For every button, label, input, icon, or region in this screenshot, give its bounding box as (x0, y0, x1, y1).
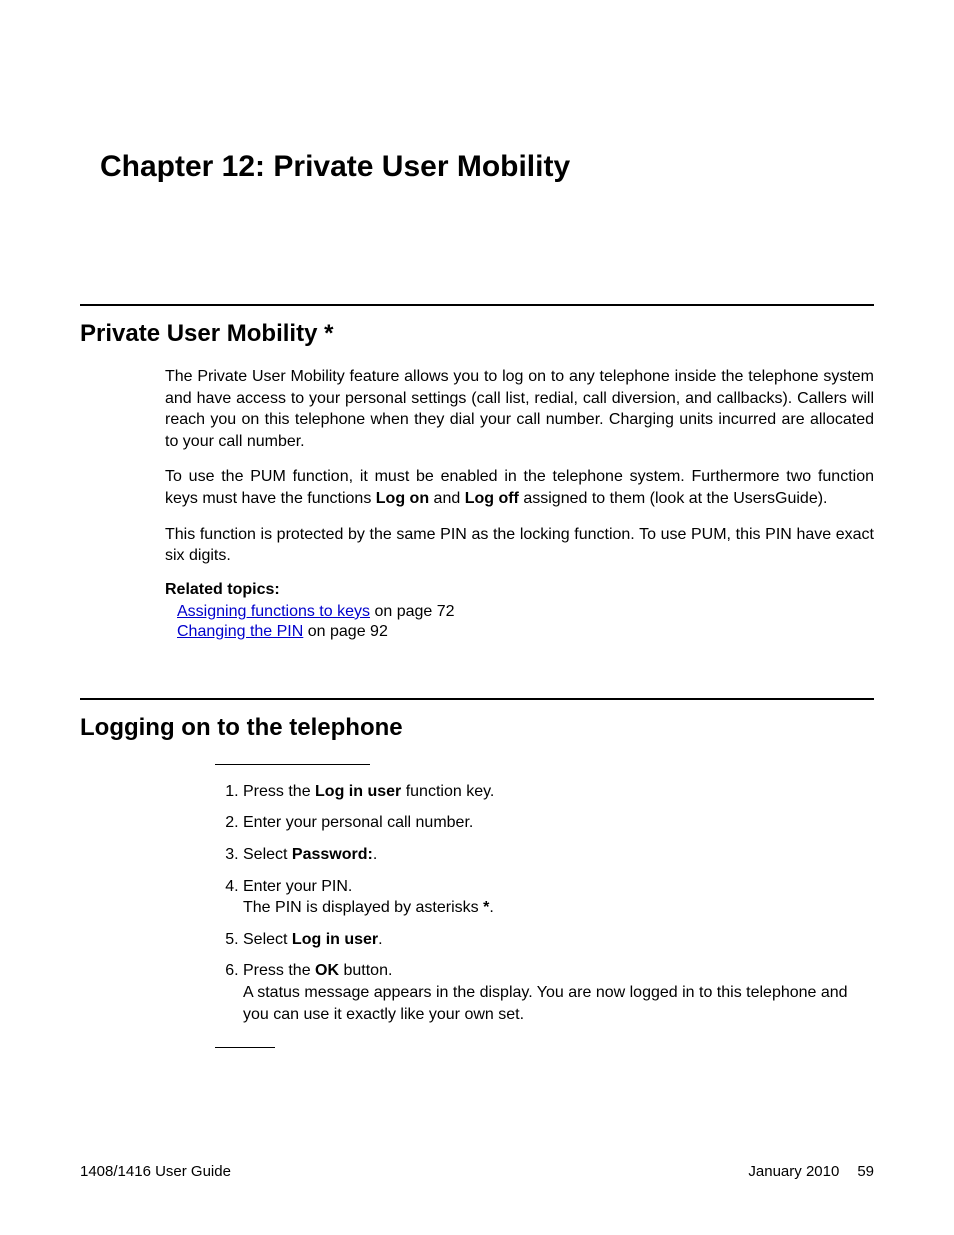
text-fragment: Select (243, 931, 292, 948)
footer-page-number: 59 (857, 1163, 874, 1180)
text-fragment: A status message appears in the display.… (243, 984, 848, 1023)
step-6: Press the OK button. A status message ap… (243, 960, 874, 1025)
text-fragment: on page 72 (370, 603, 455, 620)
para-intro: The Private User Mobility feature allows… (165, 366, 874, 452)
text-fragment: . (378, 931, 382, 948)
section-heading-pum: Private User Mobility * (80, 320, 874, 348)
step-2: Enter your personal call number. (243, 812, 874, 834)
text-fragment: . (489, 899, 493, 916)
procedure-start-rule (215, 764, 370, 765)
page: Chapter 12: Private User Mobility Privat… (0, 0, 954, 1235)
section-rule (80, 304, 874, 306)
text-fragment: . (373, 846, 377, 863)
chapter-title: Chapter 12: Private User Mobility (100, 150, 874, 184)
page-footer: 1408/1416 User Guide January 2010 59 (80, 1163, 874, 1180)
para-enable: To use the PUM function, it must be enab… (165, 466, 874, 509)
bold-log-in-user: Log in user (292, 931, 378, 948)
footer-date: January 2010 (748, 1163, 839, 1180)
text-fragment: The PIN is displayed by asterisks (243, 899, 483, 916)
related-topics-heading: Related topics: (165, 581, 874, 599)
procedure-end-rule (215, 1047, 275, 1048)
text-fragment: Press the (243, 783, 315, 800)
para-pin: This function is protected by the same P… (165, 524, 874, 567)
text-fragment: Enter your PIN. (243, 878, 352, 895)
chapter-label: Chapter 12: (100, 150, 265, 183)
bold-ok: OK (315, 962, 339, 979)
text-fragment: function key. (401, 783, 494, 800)
step-1: Press the Log in user function key. (243, 781, 874, 803)
bold-password: Password: (292, 846, 373, 863)
text-fragment: button. (339, 962, 392, 979)
section-rule (80, 698, 874, 700)
text-fragment: assigned to them (look at the UsersGuide… (519, 490, 828, 507)
chapter-name: Private User Mobility (273, 150, 570, 183)
section-heading-logging-on: Logging on to the telephone (80, 714, 874, 742)
related-item: Assigning functions to keys on page 72 (177, 603, 874, 621)
text-fragment: Select (243, 846, 292, 863)
bold-log-in-user: Log in user (315, 783, 401, 800)
link-assigning-functions[interactable]: Assigning functions to keys (177, 603, 370, 620)
text-fragment: Press the (243, 962, 315, 979)
text-fragment: and (429, 490, 465, 507)
footer-guide-name: 1408/1416 User Guide (80, 1163, 231, 1180)
related-item: Changing the PIN on page 92 (177, 623, 874, 641)
text-fragment: on page 92 (303, 623, 388, 640)
steps-list: Press the Log in user function key. Ente… (218, 781, 874, 1025)
bold-log-on: Log on (376, 490, 429, 507)
step-3: Select Password:. (243, 844, 874, 866)
step-4: Enter your PIN. The PIN is displayed by … (243, 876, 874, 919)
bold-log-off: Log off (465, 490, 519, 507)
step-5: Select Log in user. (243, 929, 874, 951)
section-body-pum: The Private User Mobility feature allows… (165, 366, 874, 641)
link-changing-pin[interactable]: Changing the PIN (177, 623, 303, 640)
